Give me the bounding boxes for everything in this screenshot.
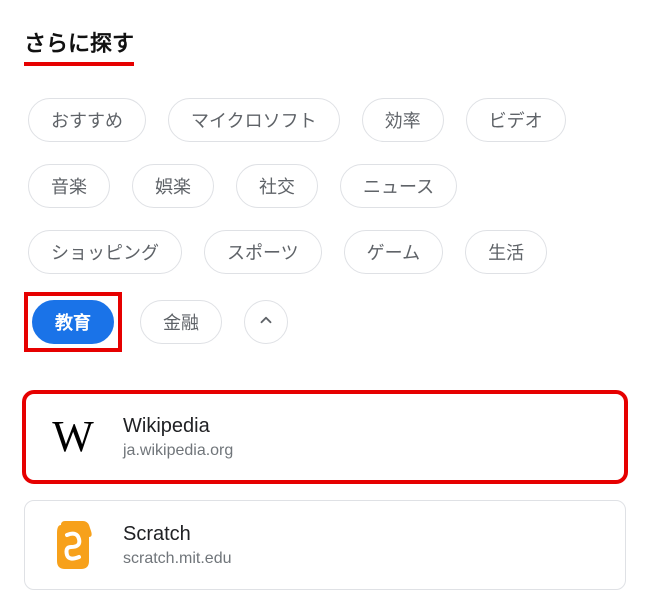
- chip-recommend[interactable]: おすすめ: [28, 98, 146, 142]
- collapse-button[interactable]: [244, 300, 288, 344]
- category-chips: おすすめ マイクロソフト 効率 ビデオ 音楽 娯楽 社交 ニュース ショッピング…: [24, 94, 626, 352]
- chip-shopping[interactable]: ショッピング: [28, 230, 182, 274]
- chip-microsoft[interactable]: マイクロソフト: [168, 98, 340, 142]
- section-title: さらに探す: [24, 26, 134, 66]
- chip-game[interactable]: ゲーム: [344, 230, 443, 274]
- chip-video[interactable]: ビデオ: [466, 98, 566, 142]
- result-title: Scratch: [123, 523, 231, 546]
- result-list: W Wikipedia ja.wikipedia.org Scratch scr…: [24, 392, 626, 590]
- chip-education[interactable]: 教育: [32, 300, 114, 344]
- result-card-scratch[interactable]: Scratch scratch.mit.edu: [24, 500, 626, 590]
- chip-music[interactable]: 音楽: [28, 164, 110, 208]
- chip-entertainment[interactable]: 娯楽: [132, 164, 214, 208]
- chip-efficiency[interactable]: 効率: [362, 98, 444, 142]
- chevron-up-icon: [257, 311, 275, 334]
- chip-social[interactable]: 社交: [236, 164, 318, 208]
- result-card-wikipedia[interactable]: W Wikipedia ja.wikipedia.org: [24, 392, 626, 482]
- chip-news[interactable]: ニュース: [340, 164, 457, 208]
- result-subtitle: ja.wikipedia.org: [123, 442, 233, 460]
- scratch-icon: [47, 519, 99, 571]
- chip-finance[interactable]: 金融: [140, 300, 222, 344]
- wikipedia-icon: W: [47, 411, 99, 463]
- chip-sports[interactable]: スポーツ: [204, 230, 322, 274]
- result-title: Wikipedia: [123, 415, 233, 438]
- chip-life[interactable]: 生活: [465, 230, 547, 274]
